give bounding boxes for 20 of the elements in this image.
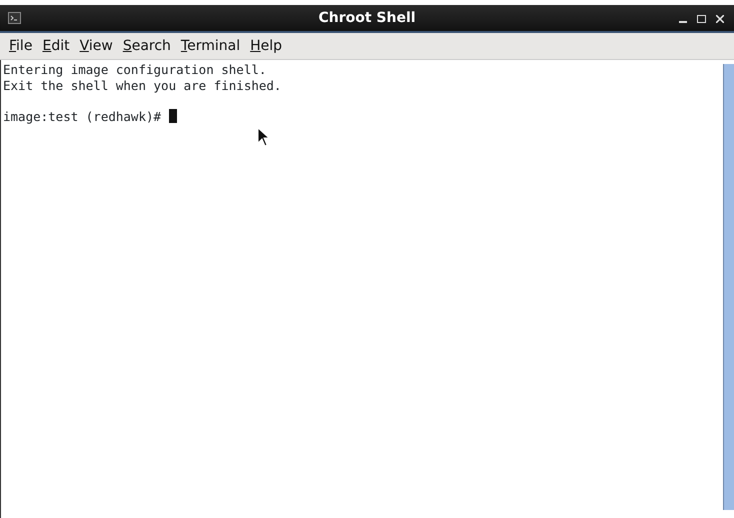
terminal-line: Exit the shell when you are finished. — [3, 78, 282, 92]
shell-prompt: image:test (redhawk)# — [3, 108, 162, 124]
terminal-icon — [8, 12, 21, 24]
close-icon — [716, 14, 724, 23]
close-button[interactable] — [714, 12, 726, 24]
menu-item[interactable]: Terminal — [176, 34, 246, 58]
menu-item[interactable]: Help — [245, 34, 288, 58]
menu-item[interactable]: Edit — [37, 34, 75, 58]
minimize-icon — [679, 20, 687, 23]
menu-item[interactable]: File — [4, 34, 38, 58]
maximize-button[interactable] — [695, 12, 708, 24]
window-title: Chroot Shell — [318, 10, 416, 26]
maximize-icon — [697, 14, 706, 23]
text-cursor — [168, 108, 177, 122]
scrollbar[interactable] — [723, 64, 734, 510]
terminal-line: Entering image configuration shell. — [3, 62, 266, 77]
menu-item[interactable]: Search — [118, 34, 176, 58]
mouse-pointer-icon — [257, 127, 271, 147]
menu-item[interactable]: View — [74, 34, 118, 58]
terminal-area[interactable]: Entering image configuration shell. Exit the shell when you are finished. image:test (redhawk)# — [1, 60, 723, 518]
